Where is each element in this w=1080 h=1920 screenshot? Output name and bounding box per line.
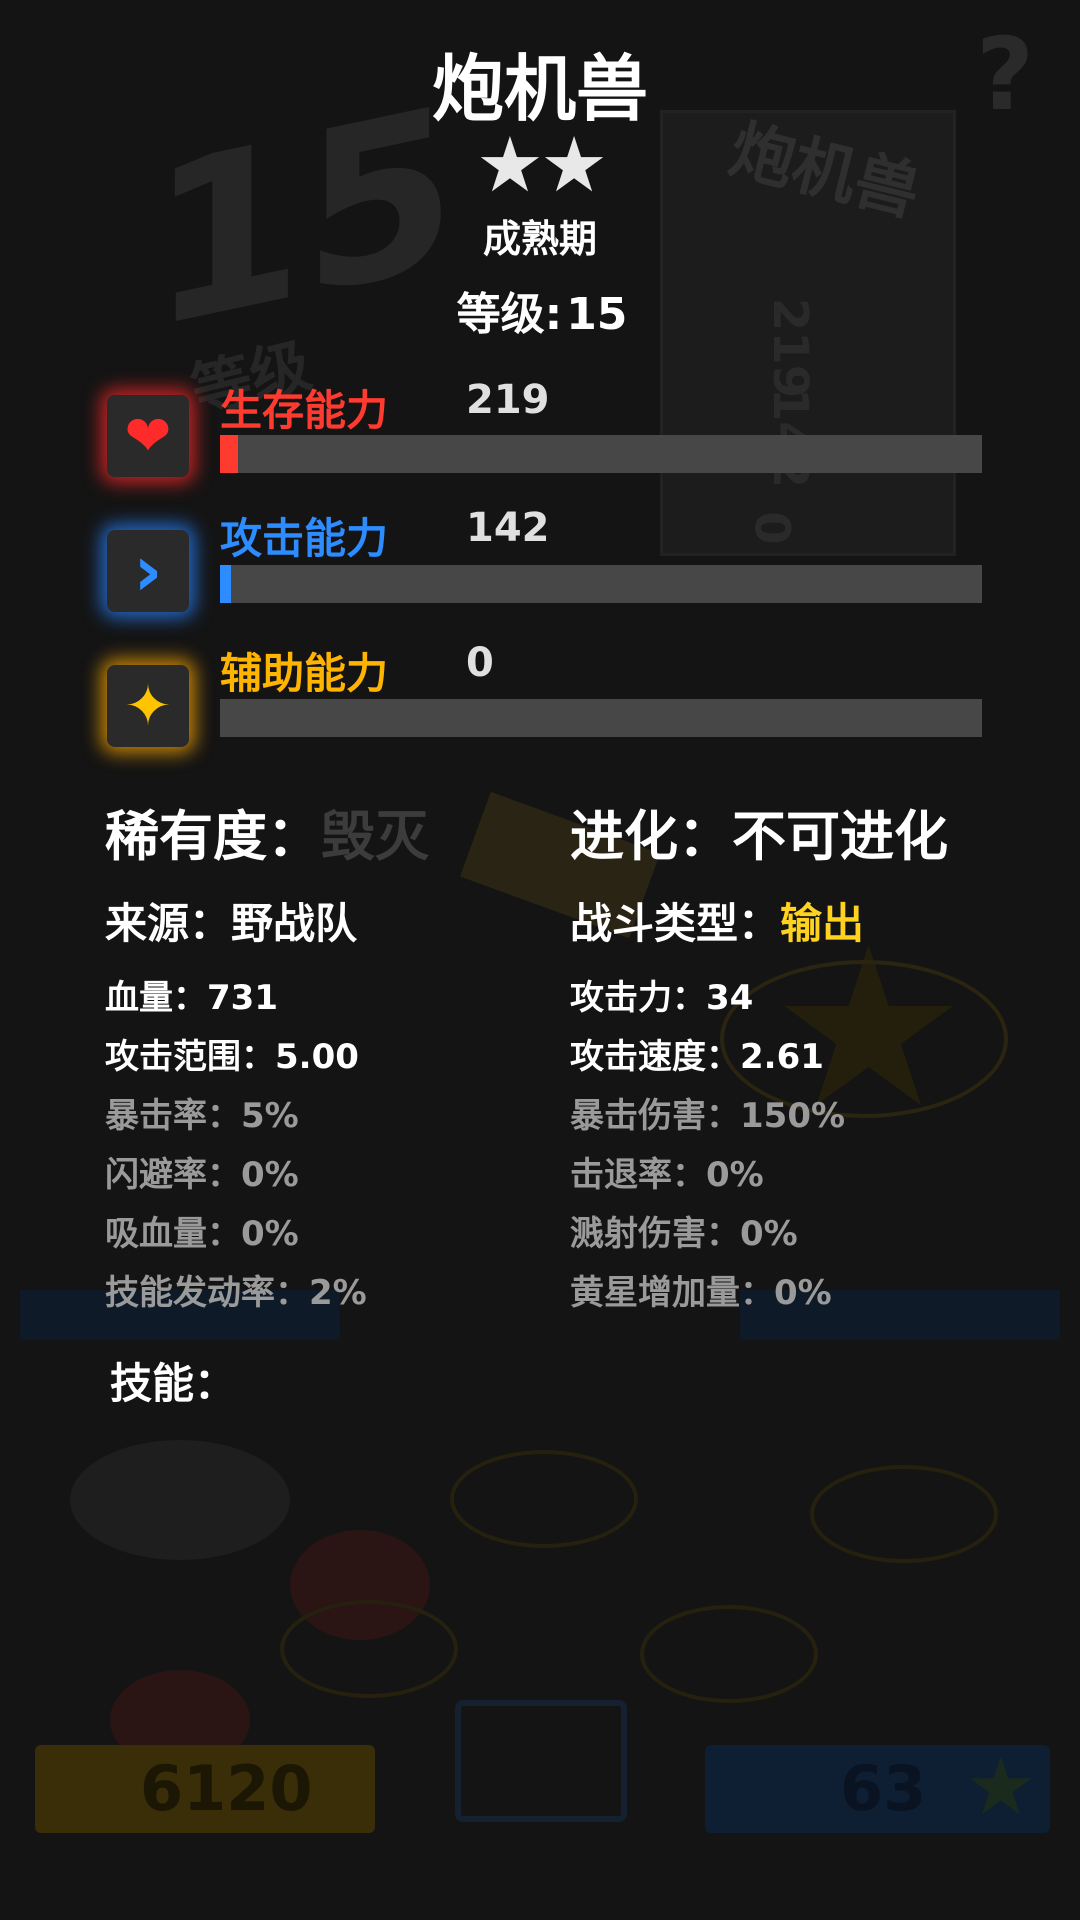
stat-lifesteal: 吸血量：0% — [105, 1206, 299, 1255]
ability-support: ✦ 辅助能力 0 — [0, 640, 1080, 770]
rarity: 稀有度：毁灭 — [105, 792, 429, 871]
stat-label: 黄星增加量： — [570, 1273, 774, 1313]
stat-value: 5.00 — [275, 1037, 359, 1077]
stat-label: 闪避率： — [105, 1155, 241, 1195]
source: 来源：野战队 — [105, 890, 357, 951]
skills-heading: 技能： — [110, 1359, 237, 1408]
evolution-label: 进化： — [570, 805, 732, 868]
level-label: 等级: — [456, 289, 563, 340]
stat-label: 攻击范围： — [105, 1037, 275, 1077]
shop-cart-icon — [455, 1700, 627, 1822]
stat-label: 吸血量： — [105, 1214, 241, 1254]
stat-knockback-rate: 击退率：0% — [570, 1147, 764, 1196]
sparkle-star-icon: ✦ — [107, 665, 189, 747]
stat-splash-damage: 溅射伤害：0% — [570, 1206, 798, 1255]
stat-value: 0% — [241, 1214, 299, 1254]
growth-stage: 成熟期 — [482, 217, 597, 261]
background-ring-5 — [280, 1600, 458, 1698]
ability-label: 生存能力 — [220, 386, 389, 435]
source-label: 来源： — [105, 899, 232, 948]
source-value: 野战队 — [231, 899, 358, 948]
stat-attack-speed: 攻击速度：2.61 — [570, 1029, 824, 1078]
stat-label: 击退率： — [570, 1155, 706, 1195]
stat-value: 2.61 — [740, 1037, 824, 1077]
evolution: 进化：不可进化 — [570, 792, 948, 871]
ability-value: 219 — [466, 377, 550, 423]
stat-value: 5% — [241, 1096, 299, 1136]
stat-label: 溅射伤害： — [570, 1214, 740, 1254]
battle-type-value: 输出 — [780, 899, 865, 948]
ability-bar-fill — [220, 435, 238, 473]
heart-icon: ❤ — [107, 395, 189, 477]
ability-attack: › 攻击能力 142 — [0, 505, 1080, 635]
rarity-value: 毁灭 — [321, 805, 429, 868]
level-value: 15 — [566, 289, 628, 340]
stat-value: 0% — [740, 1214, 798, 1254]
battle-type: 战斗类型：输出 — [570, 890, 864, 951]
ability-survival: ❤ 生存能力 219 — [0, 377, 1080, 505]
coins-count: 6120 — [140, 1752, 313, 1825]
background-ring-4 — [640, 1605, 818, 1703]
stat-crit-damage: 暴击伤害：150% — [570, 1088, 845, 1137]
ability-value: 142 — [466, 505, 550, 551]
chevron-right-icon: › — [107, 530, 189, 612]
stat-crit-rate: 暴击率：5% — [105, 1088, 299, 1137]
star-rating-icon: ★★ — [475, 120, 608, 209]
background-ring-2 — [450, 1450, 638, 1548]
creature-level: 等级:15 — [0, 278, 1080, 342]
stat-label: 血量： — [105, 978, 207, 1018]
stat-value: 34 — [706, 978, 754, 1018]
background-pad-1 — [70, 1440, 290, 1560]
stars-bar-star-icon: ★ — [965, 1740, 1037, 1833]
stat-value: 731 — [207, 978, 278, 1018]
battle-type-label: 战斗类型： — [570, 899, 781, 948]
background-ring-3 — [810, 1465, 998, 1563]
stat-label: 暴击伤害： — [570, 1096, 740, 1136]
ability-bar — [220, 565, 982, 603]
ability-value: 0 — [466, 640, 494, 686]
stat-label: 攻击力： — [570, 978, 706, 1018]
stat-attack-range: 攻击范围：5.00 — [105, 1029, 359, 1078]
stat-value: 0% — [241, 1155, 299, 1195]
evolution-value: 不可进化 — [732, 805, 948, 868]
stat-value: 0% — [706, 1155, 764, 1195]
stat-label: 攻击速度： — [570, 1037, 740, 1077]
stars-count: 63 — [840, 1752, 927, 1825]
ability-bar — [220, 699, 982, 737]
stat-skill-trigger-rate: 技能发动率：2% — [105, 1265, 367, 1314]
ability-label: 攻击能力 — [220, 514, 389, 563]
ability-label: 辅助能力 — [220, 649, 389, 698]
stat-label: 暴击率： — [105, 1096, 241, 1136]
stat-hp: 血量：731 — [105, 970, 278, 1019]
ability-bar-fill — [220, 565, 232, 603]
stat-value: 2% — [309, 1273, 367, 1313]
stat-dodge-rate: 闪避率：0% — [105, 1147, 299, 1196]
ability-bar — [220, 435, 982, 473]
rarity-label: 稀有度： — [105, 805, 321, 868]
stat-yellow-star-bonus: 黄星增加量：0% — [570, 1265, 832, 1314]
stat-value: 0% — [774, 1273, 832, 1313]
stat-label: 技能发动率： — [105, 1273, 309, 1313]
stat-value: 150% — [740, 1096, 846, 1136]
stat-attack: 攻击力：34 — [570, 970, 753, 1019]
